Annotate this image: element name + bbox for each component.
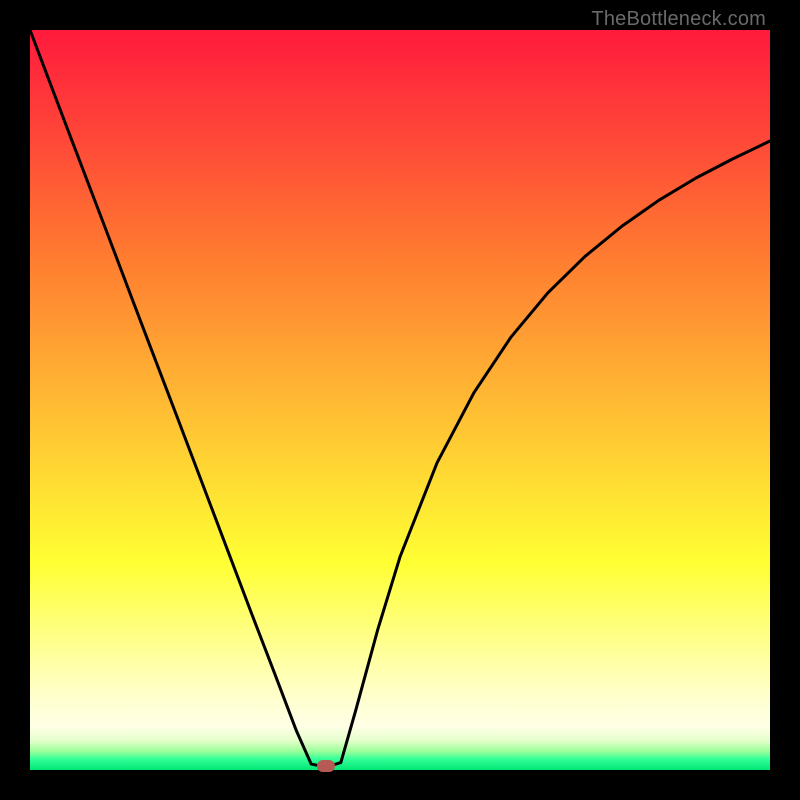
chart-frame: TheBottleneck.com [0, 0, 800, 800]
plot-area [30, 30, 770, 770]
curve-layer [30, 30, 770, 770]
bottleneck-curve [30, 30, 770, 766]
optimum-marker [317, 760, 335, 772]
watermark-text: TheBottleneck.com [591, 8, 766, 31]
